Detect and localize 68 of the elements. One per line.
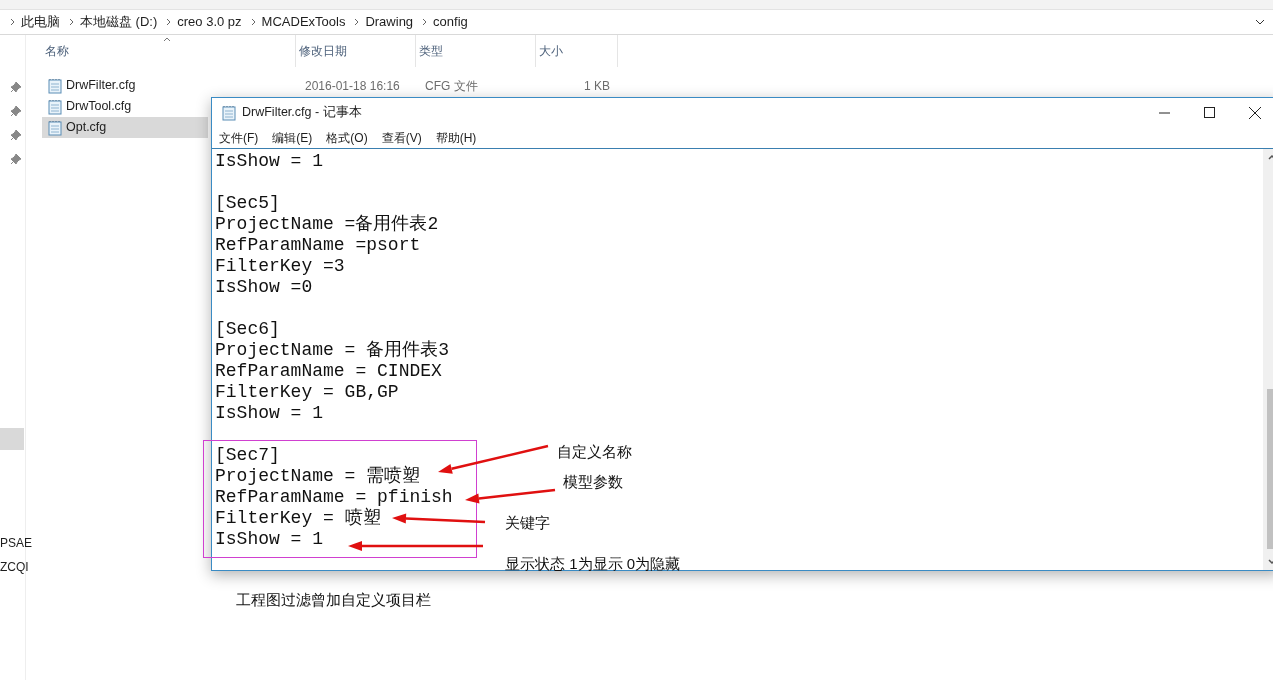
chevron-icon xyxy=(422,18,428,26)
breadcrumb[interactable]: Drawing xyxy=(365,12,417,32)
dropdown-icon[interactable] xyxy=(1255,18,1265,26)
chevron-icon xyxy=(354,18,360,26)
text-line: FilterKey = 喷塑 xyxy=(215,508,381,529)
text-line: IsShow = 1 xyxy=(215,403,324,424)
scroll-down-icon[interactable] xyxy=(1267,559,1273,564)
menu-item[interactable]: 文件(F) xyxy=(219,128,259,147)
modified-date: 2016-01-18 16:16 xyxy=(304,77,401,95)
file-row[interactable]: DrwTool.cfg xyxy=(42,96,208,117)
notepad-file-icon xyxy=(48,77,62,94)
file-name: Opt.cfg xyxy=(66,119,107,137)
annotation-label: 显示状态 1为显示 0为隐藏 xyxy=(505,554,681,574)
pin-icon[interactable] xyxy=(9,81,22,93)
text-line: ProjectName = 需喷塑 xyxy=(215,466,421,487)
text-line: RefParamName =psort xyxy=(215,235,421,256)
text-line: IsShow = 1 xyxy=(215,529,324,550)
nav-item[interactable]: ZCQI xyxy=(0,558,29,576)
notepad-file-icon xyxy=(48,119,62,136)
text-line: IsShow = 1 xyxy=(215,151,324,172)
chevron-icon xyxy=(10,18,15,26)
chevron-icon xyxy=(69,18,74,26)
file-type: CFG 文件 xyxy=(424,77,479,95)
text-line: FilterKey = GB,GP xyxy=(215,382,399,403)
menu-item[interactable]: 查看(V) xyxy=(381,128,422,147)
text-line: RefParamName = pfinish xyxy=(215,487,453,507)
text-line: ProjectName = 备用件表3 xyxy=(215,340,450,361)
file-name: DrwTool.cfg xyxy=(66,98,132,116)
pin-icon[interactable] xyxy=(9,129,22,141)
column-header[interactable]: 修改日期 xyxy=(296,35,416,67)
menu-item[interactable]: 编辑(E) xyxy=(272,128,313,147)
annotation-label: 自定义名称 xyxy=(557,442,632,462)
file-row[interactable]: DrwFilter.cfg 2016-01-18 16:16 CFG 文件 1 KB xyxy=(42,75,642,96)
file-row[interactable]: Opt.cfg xyxy=(42,117,208,138)
close-icon[interactable] xyxy=(1249,106,1261,119)
text-line: [Sec7] xyxy=(215,445,280,466)
annotation-label: 关键字 xyxy=(505,513,550,533)
text-line: [Sec5] xyxy=(215,193,280,214)
menu-item[interactable]: 帮助(H) xyxy=(435,128,477,147)
text-line: ProjectName =备用件表2 xyxy=(215,214,439,235)
file-size: 1 KB xyxy=(583,77,610,95)
breadcrumb[interactable]: creo 3.0 pz xyxy=(177,12,245,32)
column-header[interactable]: 名称 xyxy=(42,35,296,67)
sort-caret-icon xyxy=(163,37,171,42)
breadcrumb[interactable]: 本地磁盘 (D:) xyxy=(80,12,161,32)
notepad-file-icon xyxy=(48,98,62,115)
column-header[interactable]: 类型 xyxy=(416,35,536,67)
chevron-icon xyxy=(250,18,256,26)
caption: 工程图过滤曾加自定义项目栏 xyxy=(236,590,431,610)
breadcrumb[interactable]: config xyxy=(433,12,471,32)
pin-icon[interactable] xyxy=(9,105,22,117)
chevron-icon xyxy=(166,18,172,26)
breadcrumb[interactable]: MCADExTools xyxy=(261,12,349,32)
text-line: RefParamName = CINDEX xyxy=(215,361,442,382)
file-name: DrwFilter.cfg xyxy=(66,77,136,95)
notepad-file-icon xyxy=(222,104,236,121)
text-line: IsShow =0 xyxy=(215,277,313,298)
annotation-label: 模型参数 xyxy=(563,472,623,492)
nav-item[interactable]: PSAE xyxy=(0,534,32,552)
column-header[interactable]: 大小 xyxy=(536,35,618,67)
text-line: FilterKey =3 xyxy=(215,256,345,277)
window-title: DrwFilter.cfg - 记事本 xyxy=(242,104,362,122)
scroll-up-icon[interactable] xyxy=(1267,155,1273,160)
breadcrumb[interactable]: 此电脑 xyxy=(21,12,63,32)
maximize-icon[interactable] xyxy=(1204,107,1215,118)
pin-icon[interactable] xyxy=(9,153,22,165)
menu-item[interactable]: 格式(O) xyxy=(326,128,368,147)
text-line: [Sec6] xyxy=(215,319,280,340)
